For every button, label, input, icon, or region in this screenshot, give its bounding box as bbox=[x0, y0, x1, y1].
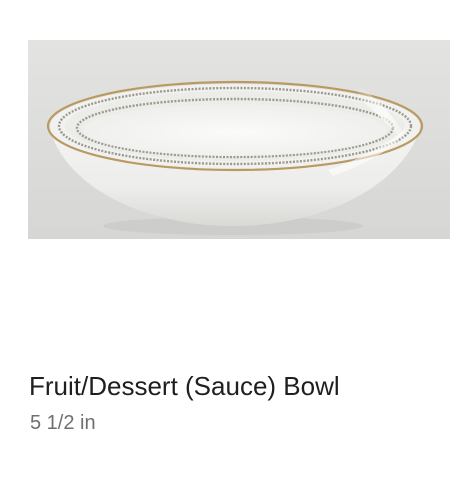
product-title[interactable]: Fruit/Dessert (Sauce) Bowl bbox=[29, 369, 340, 403]
product-size: 5 1/2 in bbox=[30, 412, 96, 434]
product-card[interactable]: Fruit/Dessert (Sauce) Bowl 5 1/2 in bbox=[0, 0, 456, 487]
bowl-photo-icon bbox=[46, 80, 424, 235]
product-image[interactable] bbox=[28, 40, 450, 239]
